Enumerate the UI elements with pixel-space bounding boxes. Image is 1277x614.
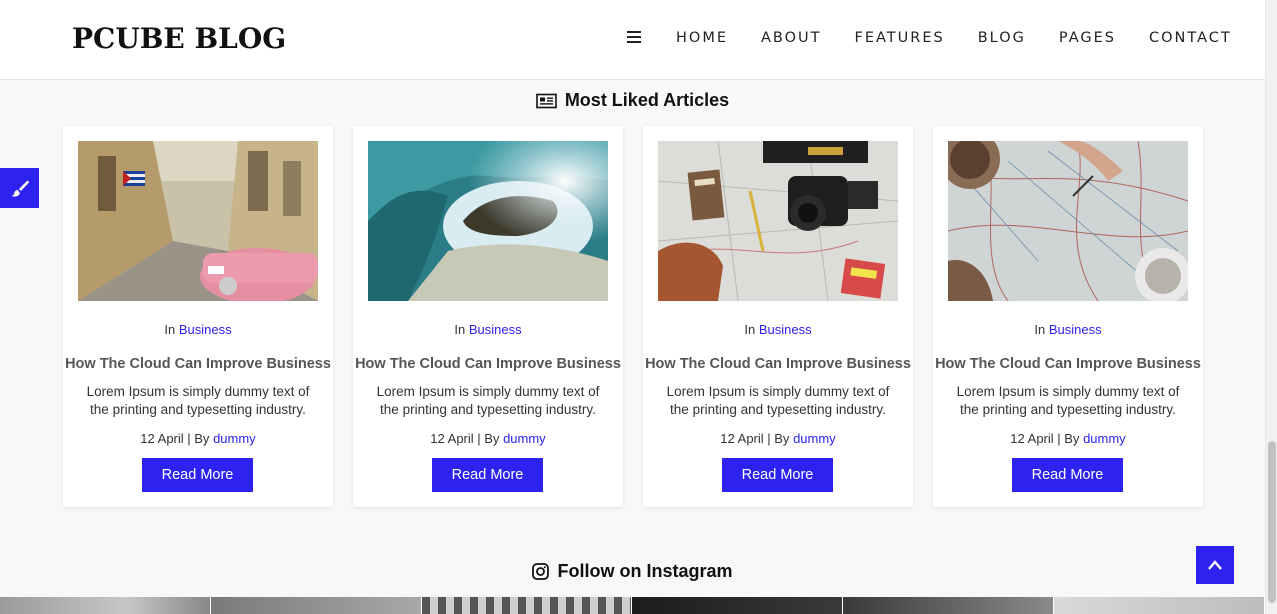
instagram-image[interactable]: [632, 597, 844, 614]
newspaper-icon: [536, 93, 557, 114]
article-image[interactable]: [948, 141, 1188, 301]
instagram-gallery: [0, 597, 1265, 614]
main-nav: HOME ABOUT FEATURES BLOG PAGES CONTACT: [676, 30, 1232, 46]
article-category: In Business: [164, 322, 232, 337]
article-title[interactable]: How The Cloud Can Improve Business: [63, 356, 333, 372]
article-image[interactable]: [368, 141, 608, 301]
article-excerpt: Lorem Ipsum is simply dummy text of the …: [666, 384, 890, 417]
nav-contact[interactable]: CONTACT: [1149, 30, 1232, 46]
article-title[interactable]: How The Cloud Can Improve Business: [353, 356, 623, 372]
article-meta: 12 April | By dummy: [140, 431, 256, 446]
article-image[interactable]: [78, 141, 318, 301]
instagram-image[interactable]: [210, 597, 422, 614]
nav-features[interactable]: FEATURES: [855, 30, 945, 46]
article-meta: 12 April | By dummy: [720, 431, 836, 446]
scrollbar-thumb[interactable]: [1268, 441, 1276, 603]
article-meta: 12 April | By dummy: [1010, 431, 1126, 446]
article-card: In Business How The Cloud Can Improve Bu…: [63, 126, 333, 507]
chevron-up-icon: [1208, 560, 1222, 570]
nav-pages[interactable]: PAGES: [1059, 30, 1116, 46]
site-header: PCUBE BLOG HOME ABOUT FEATURES BLOG PAGE…: [0, 0, 1265, 80]
site-logo[interactable]: PCUBE BLOG: [72, 22, 286, 55]
author-link[interactable]: dummy: [1083, 431, 1126, 446]
instagram-image[interactable]: [843, 597, 1055, 614]
section-title-instagram: Follow on Instagram: [0, 561, 1265, 585]
article-excerpt: Lorem Ipsum is simply dummy text of the …: [86, 384, 310, 417]
article-excerpt: Lorem Ipsum is simply dummy text of the …: [376, 384, 600, 417]
category-link[interactable]: Business: [759, 322, 812, 337]
style-switcher-button[interactable]: [0, 168, 39, 208]
article-image[interactable]: [658, 141, 898, 301]
nav-home[interactable]: HOME: [676, 30, 728, 46]
instagram-image[interactable]: [1054, 597, 1265, 614]
read-more-button[interactable]: Read More: [1012, 458, 1123, 492]
section-title-text: Most Liked Articles: [564, 90, 730, 110]
category-link[interactable]: Business: [469, 322, 522, 337]
nav-blog[interactable]: BLOG: [978, 30, 1026, 46]
article-category: In Business: [744, 322, 812, 337]
section-title-text: Follow on Instagram: [557, 561, 733, 581]
nav-about[interactable]: ABOUT: [761, 30, 822, 46]
paintbrush-icon: [11, 180, 29, 197]
category-link[interactable]: Business: [1049, 322, 1102, 337]
article-category: In Business: [1034, 322, 1102, 337]
read-more-button[interactable]: Read More: [142, 458, 253, 492]
instagram-icon: [532, 563, 550, 585]
article-category: In Business: [454, 322, 522, 337]
category-link[interactable]: Business: [179, 322, 232, 337]
author-link[interactable]: dummy: [213, 431, 256, 446]
instagram-image[interactable]: [421, 597, 633, 614]
article-excerpt: Lorem Ipsum is simply dummy text of the …: [956, 384, 1180, 417]
page-scrollbar[interactable]: [1265, 0, 1277, 614]
read-more-button[interactable]: Read More: [432, 458, 543, 492]
back-to-top-button[interactable]: [1196, 546, 1234, 584]
article-meta: 12 April | By dummy: [430, 431, 546, 446]
article-title[interactable]: How The Cloud Can Improve Business: [933, 356, 1203, 372]
author-link[interactable]: dummy: [503, 431, 546, 446]
section-title-most-liked: Most Liked Articles: [0, 90, 1265, 114]
hamburger-icon[interactable]: [627, 31, 641, 45]
article-title[interactable]: How The Cloud Can Improve Business: [643, 356, 913, 372]
article-card: In Business How The Cloud Can Improve Bu…: [933, 126, 1203, 507]
instagram-image[interactable]: [0, 597, 211, 614]
read-more-button[interactable]: Read More: [722, 458, 833, 492]
article-card: In Business How The Cloud Can Improve Bu…: [353, 126, 623, 507]
article-card: In Business How The Cloud Can Improve Bu…: [643, 126, 913, 507]
author-link[interactable]: dummy: [793, 431, 836, 446]
